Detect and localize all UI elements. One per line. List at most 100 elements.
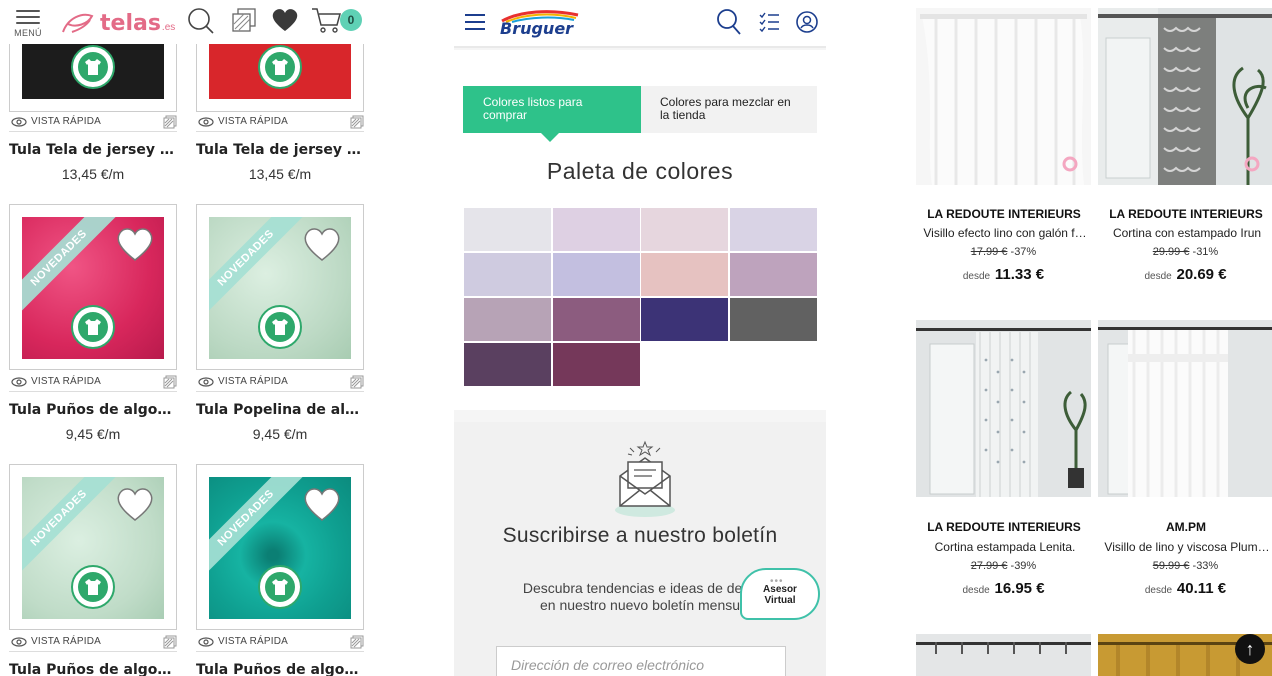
- product-title[interactable]: Tula Puños de algodó…: [196, 662, 368, 676]
- telas-logo[interactable]: telas .es: [60, 8, 175, 38]
- logo-swirl-icon: [62, 13, 94, 33]
- search-icon[interactable]: [186, 6, 216, 36]
- product-image[interactable]: [1098, 8, 1272, 185]
- product-title[interactable]: Tula Puños de algodó…: [9, 662, 181, 676]
- product-image[interactable]: [916, 8, 1091, 185]
- color-swatch[interactable]: [729, 253, 817, 296]
- fabric-swatch-icon[interactable]: [350, 375, 364, 389]
- redoute-panel: LA REDOUTE INTERIEURS Visillo efecto lin…: [905, 0, 1272, 676]
- wishlist-heart-icon[interactable]: [270, 7, 300, 33]
- color-swatch[interactable]: [641, 253, 728, 296]
- color-swatch[interactable]: [552, 298, 640, 341]
- product-image-frame[interactable]: NOVEDADES: [196, 204, 364, 370]
- quick-view-row[interactable]: VISTA RÁPIDA: [196, 632, 364, 652]
- email-field[interactable]: Dirección de correo electrónico: [496, 646, 786, 676]
- product-price: 9,45 €/m: [252, 426, 308, 442]
- product-image[interactable]: NOVEDADES: [22, 217, 164, 359]
- favorite-heart-icon[interactable]: [301, 485, 343, 523]
- user-account-icon[interactable]: [795, 10, 819, 34]
- current-price: desde 20.69 €: [1144, 266, 1227, 283]
- quick-view-row[interactable]: VISTA RÁPIDA: [9, 632, 177, 652]
- quick-view-label[interactable]: VISTA RÁPIDA: [31, 116, 163, 127]
- bruguer-header: Bruguer: [454, 0, 826, 48]
- quick-view-row[interactable]: VISTA RÁPIDA: [9, 372, 177, 392]
- novedades-ribbon: NOVEDADES: [22, 217, 120, 319]
- hamburger-icon[interactable]: [464, 12, 486, 32]
- product-name[interactable]: Visillo efecto lino con galón f…: [912, 226, 1098, 240]
- product-title[interactable]: Tula Puños de algodó…: [9, 402, 181, 418]
- fabric-swatch-icon[interactable]: [163, 115, 177, 129]
- product-name[interactable]: Visillo de lino y viscosa Plum…: [1094, 540, 1272, 554]
- product-title[interactable]: Tula Tela de jersey de …: [9, 142, 181, 158]
- old-price: 17.99 €: [970, 246, 1008, 258]
- favorite-heart-icon[interactable]: [301, 225, 343, 263]
- cart-icon[interactable]: [310, 5, 344, 35]
- color-swatch[interactable]: [552, 343, 640, 386]
- product-title[interactable]: Tula Tela de jersey de …: [196, 142, 368, 158]
- product-image-frame[interactable]: NOVEDADES: [9, 464, 177, 630]
- product-name[interactable]: Cortina con estampado Irun: [1094, 226, 1272, 240]
- logo-tld: .es: [161, 21, 176, 33]
- quick-view-label[interactable]: VISTA RÁPIDA: [31, 376, 163, 387]
- eye-icon: [198, 376, 214, 387]
- product-image[interactable]: NOVEDADES: [209, 477, 351, 619]
- color-swatch[interactable]: [729, 298, 817, 341]
- product-image[interactable]: NOVEDADES: [209, 217, 351, 359]
- telas-panel: VISTA RÁPIDA Tula Tela de jersey de … 13…: [0, 0, 372, 676]
- fabric-swatch-icon[interactable]: [350, 115, 364, 129]
- product-title[interactable]: Tula Popelina de algo…: [196, 402, 368, 418]
- novedades-ribbon: NOVEDADES: [209, 477, 307, 579]
- telas-header: MENÚ telas .es 0: [0, 0, 372, 44]
- color-swatch[interactable]: [641, 298, 728, 341]
- quick-view-label[interactable]: VISTA RÁPIDA: [218, 116, 350, 127]
- tab-mix-in-store[interactable]: Colores para mezclar en la tienda: [641, 86, 817, 133]
- discount-badge: -37%: [1010, 246, 1037, 258]
- favorite-heart-icon[interactable]: [114, 225, 156, 263]
- product-image-frame[interactable]: NOVEDADES: [196, 464, 364, 630]
- quick-view-row[interactable]: VISTA RÁPIDA: [196, 372, 364, 392]
- favorite-heart-icon[interactable]: [114, 485, 156, 523]
- color-swatch-grid: [464, 208, 818, 388]
- color-swatch[interactable]: [464, 343, 551, 386]
- product-image-partial[interactable]: [916, 634, 1091, 676]
- fabric-swatch-icon[interactable]: [350, 635, 364, 649]
- product-price: 9,45 €/m: [65, 426, 121, 442]
- bruguer-panel: Bruguer Colores listos para comprar Colo…: [454, 0, 826, 676]
- logo-text: telas: [100, 10, 161, 36]
- novedades-ribbon: NOVEDADES: [209, 217, 307, 319]
- color-swatch[interactable]: [464, 253, 551, 296]
- product-brand: LA REDOUTE INTERIEURS: [927, 207, 1081, 221]
- product-name[interactable]: Cortina estampada Lenita.: [912, 540, 1098, 554]
- menu-button[interactable]: MENÚ: [14, 6, 42, 38]
- newsletter-text-line2: en nuestro nuevo boletín mensu: [539, 597, 741, 613]
- tab-ready-to-buy[interactable]: Colores listos para comprar: [463, 86, 641, 142]
- quick-view-label[interactable]: VISTA RÁPIDA: [31, 636, 163, 647]
- fabric-swatch-icon[interactable]: [163, 635, 177, 649]
- color-swatch[interactable]: [464, 298, 551, 341]
- color-swatch[interactable]: [552, 253, 640, 296]
- product-image[interactable]: NOVEDADES: [22, 477, 164, 619]
- current-price: desde 16.95 €: [962, 580, 1045, 597]
- discount-badge: -39%: [1010, 560, 1037, 572]
- search-icon[interactable]: [716, 8, 742, 36]
- fabric-swatch-icon[interactable]: [163, 375, 177, 389]
- back-to-top-button[interactable]: ↑: [1235, 634, 1265, 664]
- product-image-frame[interactable]: NOVEDADES: [9, 204, 177, 370]
- virtual-advisor-button[interactable]: ••• Asesor Virtual: [740, 568, 822, 624]
- color-swatch[interactable]: [729, 208, 817, 251]
- cart-count-badge[interactable]: 0: [340, 9, 362, 31]
- product-image[interactable]: [916, 320, 1091, 497]
- quick-view-row[interactable]: VISTA RÁPIDA: [9, 112, 177, 132]
- checklist-icon[interactable]: [758, 11, 780, 33]
- quick-view-label[interactable]: VISTA RÁPIDA: [218, 376, 350, 387]
- fabric-samples-icon[interactable]: [230, 6, 258, 34]
- product-image[interactable]: [1098, 320, 1272, 497]
- product-brand: LA REDOUTE INTERIEURS: [927, 520, 1081, 534]
- color-swatch[interactable]: [464, 208, 551, 251]
- quick-view-row[interactable]: VISTA RÁPIDA: [196, 112, 364, 132]
- color-swatch[interactable]: [552, 208, 640, 251]
- quick-view-label[interactable]: VISTA RÁPIDA: [218, 636, 350, 647]
- bruguer-logo[interactable]: Bruguer: [500, 9, 580, 38]
- color-swatch[interactable]: [641, 208, 728, 251]
- gots-badge-icon: [258, 565, 302, 609]
